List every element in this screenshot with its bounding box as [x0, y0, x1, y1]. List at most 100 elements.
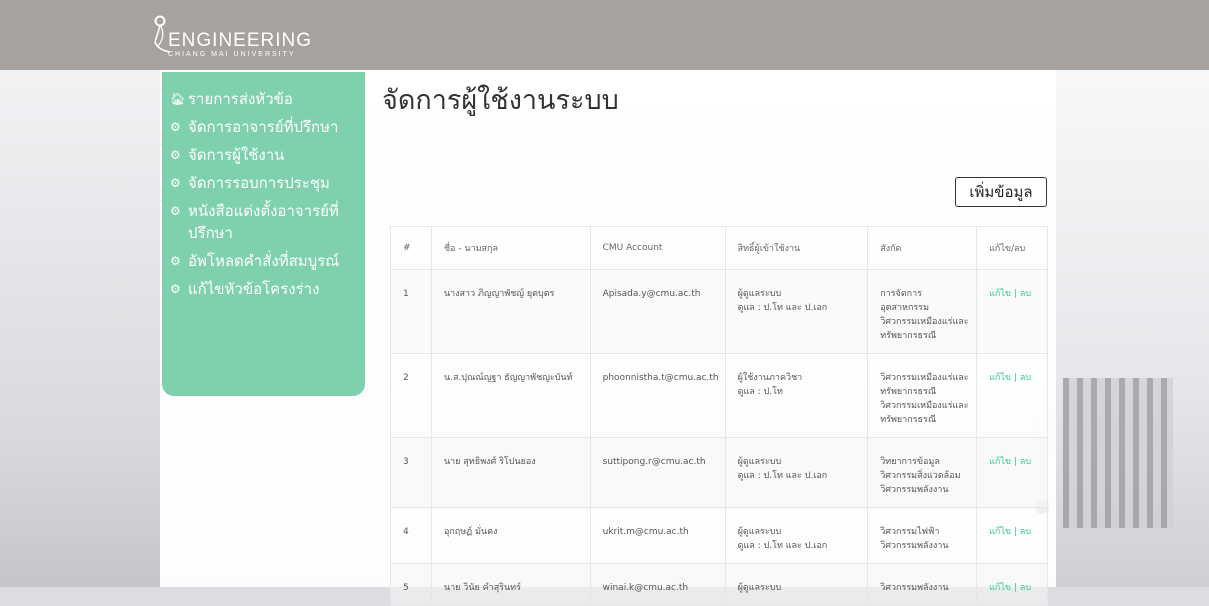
gear-icon: ⚙	[170, 282, 181, 296]
gear-icon: ⚙	[170, 120, 181, 134]
role-line: ดูแล : ป.โท และ ป.เอก	[737, 471, 828, 481]
user-role: ผู้ดูแลระบบ	[724, 563, 869, 606]
sidebar-item-label: แก้ไขหัวข้อโครงร่าง	[188, 280, 320, 298]
sidebar-item-users[interactable]: ⚙ จัดการผู้ใช้งาน	[166, 142, 365, 170]
user-name: นาย วินัย คำสุรินทร์	[430, 563, 591, 606]
edit-link[interactable]: แก้ไข	[989, 289, 1011, 299]
user-department: วิศวกรรมพลังงาน	[867, 563, 978, 606]
user-name: อุกฤษฏ์ มั่นคง	[430, 507, 591, 564]
sidebar-item-label: รายการส่งหัวข้อ	[188, 90, 293, 108]
edit-link[interactable]: แก้ไข	[989, 527, 1011, 537]
action-separator: |	[1013, 373, 1017, 383]
page-title: จัดการผู้ใช้งานระบบ	[382, 85, 619, 116]
row-number: 1	[390, 269, 432, 354]
user-account: phoonnistha.t@cmu.ac.th	[589, 353, 726, 438]
table-row: 2 น.ส.ปุณณ์ญฐา ธัญญาพัชญะบันท์ phoonnist…	[390, 353, 1048, 438]
edit-link[interactable]: แก้ไข	[989, 457, 1011, 467]
user-name: น.ส.ปุณณ์ญฐา ธัญญาพัชญะบันท์	[430, 353, 591, 438]
column-header-role: สิทธิ์ผู้เข้าใช้งาน	[724, 226, 869, 270]
department-line: วิศวกรรมเหมืองแร่และทรัพยากรธรณี	[880, 317, 969, 341]
gear-icon: ⚙	[170, 204, 181, 218]
role-line: ดูแล : ป.โท	[737, 387, 783, 397]
row-number: 3	[390, 437, 432, 508]
role-line: ผู้ดูแลระบบ	[737, 527, 782, 537]
department-line: วิศวกรรมเหมืองแร่และทรัพยากรธรณี	[880, 401, 969, 425]
user-role: ผู้ดูแลระบบ ดูแล : ป.โท และ ป.เอก	[724, 269, 869, 354]
role-line: ผู้ดูแลระบบ	[737, 289, 782, 299]
user-department: การจัดการอุตสาหกรรม วิศวกรรมเหมืองแร่และ…	[867, 269, 978, 354]
department-line: วิศวกรรมพลังงาน	[880, 485, 949, 495]
delete-link[interactable]: ลบ	[1020, 583, 1031, 593]
department-line: วิศวกรรมพลังงาน	[880, 583, 949, 593]
user-role: ผู้ดูแลระบบ ดูแล : ป.โท และ ป.เอก	[724, 507, 869, 564]
user-role: ผู้ใช้งานภาควิชา ดูแล : ป.โท	[724, 353, 869, 438]
add-data-button[interactable]: เพิ่มข้อมูล	[955, 177, 1047, 207]
action-separator: |	[1013, 457, 1017, 467]
table-row: 5 นาย วินัย คำสุรินทร์ winai.k@cmu.ac.th…	[390, 563, 1048, 606]
department-line: วิทยาการข้อมูล	[880, 457, 940, 467]
table-row: 3 นาย สุทธิพงศ์ ริโปนยอง suttipong.r@cmu…	[390, 437, 1048, 508]
sidebar-item-edit-outline[interactable]: ⚙ แก้ไขหัวข้อโครงร่าง	[166, 276, 365, 304]
table-header-row: # ชื่อ - นามสกุล CMU Account สิทธิ์ผู้เข…	[390, 226, 1048, 270]
role-line: ผู้ดูแลระบบ	[737, 457, 782, 467]
action-separator: |	[1013, 289, 1017, 299]
sidebar-item-label: จัดการรอบการประชุม	[188, 174, 330, 192]
action-separator: |	[1013, 527, 1017, 537]
department-line: วิศวกรรมพลังงาน	[880, 541, 949, 551]
role-line: ดูแล : ป.โท และ ป.เอก	[737, 541, 828, 551]
gear-icon: ⚙	[170, 176, 181, 190]
users-table: # ชื่อ - นามสกุล CMU Account สิทธิ์ผู้เข…	[390, 226, 1048, 606]
logo-subtitle: CHIANG MAI UNIVERSITY	[168, 51, 296, 58]
column-header-name: ชื่อ - นามสกุล	[430, 226, 591, 270]
gear-icon: ⚙	[170, 254, 181, 268]
engineering-logo[interactable]: ENGINEERING CHIANG MAI UNIVERSITY	[148, 14, 388, 58]
user-account: Apisada.y@cmu.ac.th	[589, 269, 726, 354]
background-left	[0, 70, 160, 587]
delete-link[interactable]: ลบ	[1020, 527, 1031, 537]
role-line: ผู้ใช้งานภาควิชา	[737, 373, 803, 383]
row-number: 5	[390, 563, 432, 606]
gear-icon: ⚙	[170, 148, 181, 162]
user-name: นาย สุทธิพงศ์ ริโปนยอง	[430, 437, 591, 508]
home-icon: 🏠︎	[170, 92, 186, 106]
table-row: 4 อุกฤษฏ์ มั่นคง ukrit.m@cmu.ac.th ผู้ดู…	[390, 507, 1048, 564]
role-line: ดูแล : ป.โท และ ป.เอก	[737, 303, 828, 313]
column-header-account: CMU Account	[589, 226, 726, 270]
delete-link[interactable]: ลบ	[1020, 373, 1031, 383]
user-name: นางสาว ภิญญาพัชญ์ ยุตบุตร	[430, 269, 591, 354]
edit-link[interactable]: แก้ไข	[989, 583, 1011, 593]
row-actions: แก้ไข | ลบ	[976, 269, 1048, 354]
sidebar: 🏠︎ รายการส่งหัวข้อ ⚙ จัดการอาจารย์ที่ปรึ…	[162, 72, 365, 396]
sidebar-item-label: อัพโหลดคำสั่งที่สมบูรณ์	[188, 252, 340, 270]
header-bar: ENGINEERING CHIANG MAI UNIVERSITY	[0, 0, 1209, 70]
department-line: วิศวกรรมเหมืองแร่และทรัพยากรธรณี	[880, 373, 969, 397]
user-department: วิศวกรรมเหมืองแร่และทรัพยากรธรณี วิศวกรร…	[867, 353, 978, 438]
row-actions: แก้ไข | ลบ	[976, 563, 1048, 606]
sidebar-item-label: จัดการผู้ใช้งาน	[188, 146, 285, 164]
department-line: วิศวกรรมไฟฟ้า	[880, 527, 940, 537]
row-actions: แก้ไข | ลบ	[976, 353, 1048, 438]
row-actions: แก้ไข | ลบ	[976, 507, 1048, 564]
table-row: 1 นางสาว ภิญญาพัชญ์ ยุตบุตร Apisada.y@cm…	[390, 269, 1048, 354]
sidebar-item-advisors[interactable]: ⚙ จัดการอาจารย์ที่ปรึกษา	[166, 114, 365, 142]
user-account: winai.k@cmu.ac.th	[589, 563, 726, 606]
user-account: ukrit.m@cmu.ac.th	[589, 507, 726, 564]
column-header-actions: แก้ไข/ลบ	[976, 226, 1048, 270]
user-department: วิศวกรรมไฟฟ้า วิศวกรรมพลังงาน	[867, 507, 978, 564]
logo-title: ENGINEERING	[168, 30, 313, 51]
user-department: วิทยาการข้อมูล วิศวกรรมสิ่งแวดล้อม วิศวก…	[867, 437, 978, 508]
sidebar-item-upload-orders[interactable]: ⚙ อัพโหลดคำสั่งที่สมบูรณ์	[166, 248, 365, 276]
delete-link[interactable]: ลบ	[1020, 289, 1031, 299]
row-number: 2	[390, 353, 432, 438]
delete-link[interactable]: ลบ	[1020, 457, 1031, 467]
department-line: การจัดการอุตสาหกรรม	[880, 289, 929, 313]
user-account: suttipong.r@cmu.ac.th	[589, 437, 726, 508]
column-header-department: สังกัด	[867, 226, 978, 270]
background-binders	[1063, 378, 1173, 528]
action-separator: |	[1013, 583, 1017, 593]
sidebar-item-meetings[interactable]: ⚙ จัดการรอบการประชุม	[166, 170, 365, 198]
edit-link[interactable]: แก้ไข	[989, 373, 1011, 383]
sidebar-item-appointment-letters[interactable]: ⚙ หนังสือแต่งตั้งอาจารย์ที่ปรึกษา	[166, 198, 365, 248]
column-header-number: #	[390, 226, 432, 270]
sidebar-item-topic-list[interactable]: 🏠︎ รายการส่งหัวข้อ	[166, 86, 365, 114]
